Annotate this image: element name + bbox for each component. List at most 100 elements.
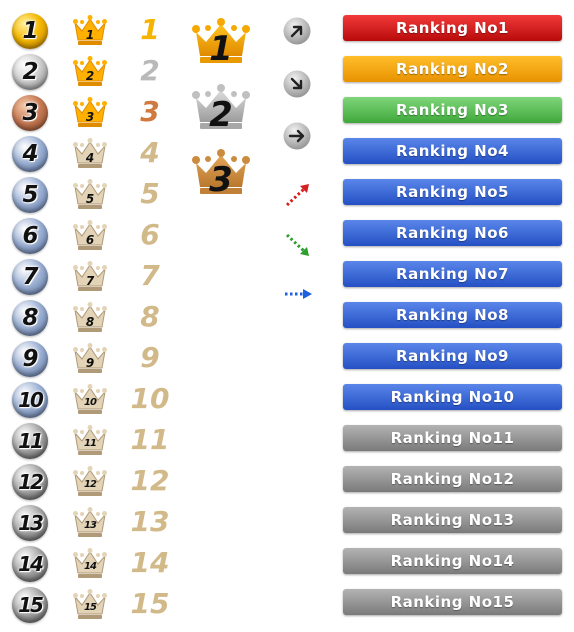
dotted-arrow-right-icon (282, 278, 314, 310)
rank-big-number: 6 (140, 218, 160, 251)
small-crown-icon: 6 (73, 219, 107, 251)
ranking-label-bar: Ranking No6 (343, 220, 562, 246)
small-crown-icon: 12 (73, 465, 107, 497)
rank-big-number: 8 (140, 300, 160, 333)
rank-medal-number: 10 (18, 388, 44, 412)
ranking-label-bar: Ranking No5 (343, 179, 562, 205)
small-crown-number: 7 (85, 274, 95, 288)
rank-big-number: 7 (140, 259, 160, 292)
ranking-row: 11 11 11 Ranking No11 (0, 420, 574, 461)
big-crown-number: 1 (209, 29, 233, 69)
small-crown-number: 8 (85, 315, 95, 329)
rank-medal-icon: 15 (12, 587, 48, 623)
rank-medal-number: 6 (22, 223, 38, 249)
ranking-row: 9 9 9 Ranking No9 (0, 338, 574, 379)
small-crown-icon: 14 (73, 547, 107, 579)
small-crown-number: 13 (84, 520, 97, 531)
rank-medal-icon: 7 (12, 259, 48, 295)
small-crown-number: 4 (85, 151, 95, 165)
rank-big-number: 1 (140, 13, 160, 46)
big-crown-number: 3 (209, 160, 233, 200)
rank-medal-icon: 5 (12, 177, 48, 213)
rank-medal-icon: 9 (12, 341, 48, 377)
rank-big-number: 11 (130, 423, 170, 456)
ranking-label-bar: Ranking No13 (343, 507, 562, 533)
small-crown-number: 5 (85, 192, 95, 206)
rank-medal-icon: 11 (12, 423, 48, 459)
ranking-row: 13 13 13 Ranking No13 (0, 502, 574, 543)
rank-medal-number: 2 (22, 59, 38, 85)
arrow-down-right-icon (283, 70, 311, 98)
ranking-label-bar: Ranking No12 (343, 466, 562, 492)
big-crown-number: 2 (209, 95, 233, 135)
rank-medal-number: 7 (22, 264, 38, 290)
small-crown-number: 1 (85, 28, 95, 42)
ranking-label-bar: Ranking No1 (343, 15, 562, 41)
ranking-label-bar: Ranking No15 (343, 589, 562, 615)
rank-big-number: 4 (140, 136, 160, 169)
ranking-label-bar: Ranking No4 (343, 138, 562, 164)
ranking-row: 15 15 15 Ranking No15 (0, 584, 574, 625)
rank-medal-icon: 10 (12, 382, 48, 418)
small-crown-number: 3 (85, 110, 95, 124)
rank-big-number: 12 (130, 464, 170, 497)
small-crown-icon: 15 (73, 588, 107, 620)
rank-medal-number: 4 (22, 141, 38, 167)
rank-medal-number: 11 (18, 429, 44, 453)
rank-big-number: 15 (130, 587, 170, 620)
small-crown-number: 12 (84, 479, 97, 490)
ranking-label-bar: Ranking No11 (343, 425, 562, 451)
ranking-label-bar: Ranking No14 (343, 548, 562, 574)
rank-medal-icon: 8 (12, 300, 48, 336)
small-crown-icon: 13 (73, 506, 107, 538)
small-crown-number: 14 (84, 561, 97, 572)
rank-big-number: 2 (140, 54, 160, 87)
small-crown-icon: 2 (73, 55, 107, 87)
rank-medal-icon: 3 (12, 95, 48, 131)
small-crown-number: 2 (85, 69, 95, 83)
ranking-label-bar: Ranking No3 (343, 97, 562, 123)
rank-medal-icon: 2 (12, 54, 48, 90)
rank-medal-icon: 1 (12, 13, 48, 49)
ranking-row: 14 14 14 Ranking No14 (0, 543, 574, 584)
rank-big-number: 10 (130, 382, 170, 415)
arrow-right-icon (283, 122, 311, 150)
rank-big-number: 5 (140, 177, 160, 210)
rank-medal-number: 1 (22, 18, 38, 44)
rank-big-number: 13 (130, 505, 170, 538)
small-crown-number: 6 (85, 233, 95, 247)
rank-medal-icon: 6 (12, 218, 48, 254)
rank-medal-number: 12 (18, 470, 44, 494)
rank-medal-icon: 13 (12, 505, 48, 541)
small-crown-icon: 7 (73, 260, 107, 292)
silver-big-crown-icon: 2 (192, 80, 250, 135)
dotted-arrow-up-icon (282, 180, 314, 212)
rank-big-number: 3 (140, 95, 160, 128)
gold-big-crown-icon: 1 (192, 14, 250, 69)
rank-big-number: 14 (130, 546, 170, 579)
small-crown-number: 9 (85, 356, 95, 370)
rank-medal-number: 3 (22, 100, 38, 126)
rank-medal-icon: 4 (12, 136, 48, 172)
small-crown-icon: 8 (73, 301, 107, 333)
ranking-row: 10 10 10 Ranking No10 (0, 379, 574, 420)
rank-medal-icon: 12 (12, 464, 48, 500)
rank-medal-number: 5 (22, 182, 38, 208)
ranking-label-bar: Ranking No10 (343, 384, 562, 410)
ranking-label-bar: Ranking No8 (343, 302, 562, 328)
ranking-label-bar: Ranking No2 (343, 56, 562, 82)
rank-medal-number: 9 (22, 346, 38, 372)
rank-medal-number: 8 (22, 305, 38, 331)
dotted-arrow-down-icon (282, 228, 314, 260)
ranking-label-bar: Ranking No9 (343, 343, 562, 369)
small-crown-icon: 5 (73, 178, 107, 210)
arrow-up-right-icon (283, 17, 311, 45)
small-crown-icon: 3 (73, 96, 107, 128)
rank-medal-number: 14 (18, 552, 44, 576)
small-crown-icon: 4 (73, 137, 107, 169)
bronze-big-crown-icon: 3 (192, 145, 250, 200)
rank-big-number: 9 (140, 341, 160, 374)
rank-medal-number: 13 (18, 511, 44, 535)
small-crown-number: 15 (84, 602, 97, 613)
small-crown-icon: 1 (73, 14, 107, 46)
